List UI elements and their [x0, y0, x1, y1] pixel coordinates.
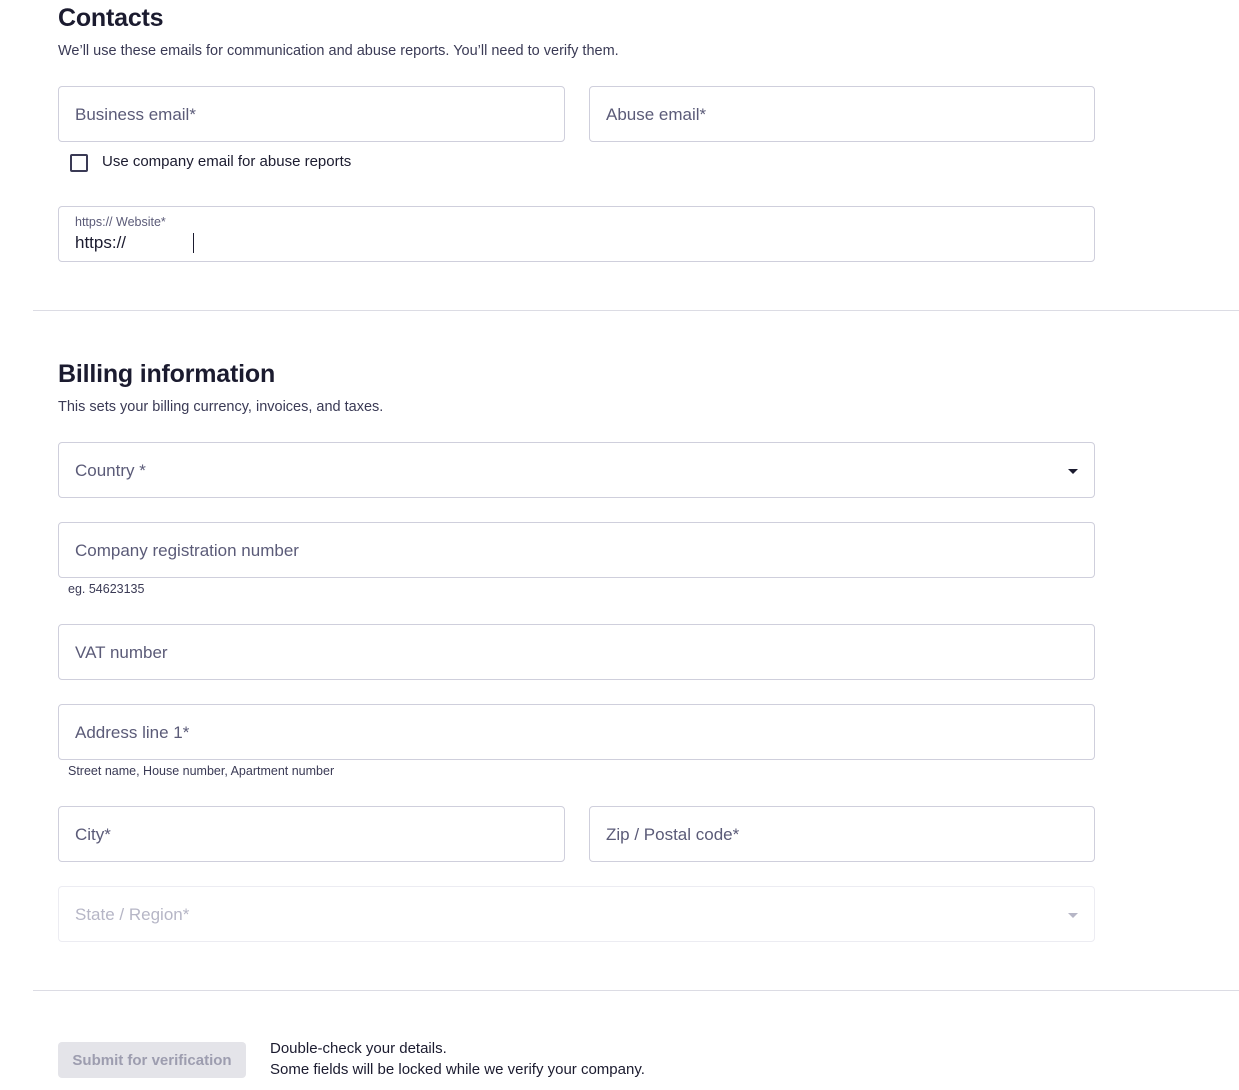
- text-cursor: [193, 233, 194, 253]
- business-email-placeholder: Business email*: [75, 105, 196, 124]
- city-field[interactable]: City*: [58, 806, 565, 862]
- chevron-down-icon: [1068, 469, 1078, 474]
- section-divider: [33, 990, 1239, 991]
- use-company-email-label[interactable]: Use company email for abuse reports: [102, 153, 351, 171]
- city-placeholder: City*: [75, 825, 111, 844]
- website-field[interactable]: https:// Website* https://: [58, 206, 1095, 262]
- section-divider: [33, 310, 1239, 311]
- submit-note-line-1: Double-check your details.: [270, 1040, 447, 1057]
- billing-title: Billing information: [58, 360, 276, 388]
- vat-field[interactable]: VAT number: [58, 624, 1095, 680]
- contacts-description: We’ll use these emails for communication…: [58, 43, 619, 59]
- contacts-title: Contacts: [58, 4, 164, 32]
- use-company-email-checkbox[interactable]: [70, 154, 88, 172]
- company-registration-field[interactable]: Company registration number: [58, 522, 1095, 578]
- zip-placeholder: Zip / Postal code*: [606, 825, 740, 844]
- address-line-1-placeholder: Address line 1*: [75, 723, 190, 742]
- website-value: https://: [75, 233, 127, 252]
- zip-field[interactable]: Zip / Postal code*: [589, 806, 1095, 862]
- state-select: State / Region*: [58, 886, 1095, 942]
- website-label: https:// Website*: [75, 215, 166, 229]
- chevron-down-icon: [1068, 913, 1078, 918]
- submit-for-verification-button[interactable]: Submit for verification: [58, 1042, 246, 1078]
- billing-description: This sets your billing currency, invoice…: [58, 399, 384, 415]
- company-registration-placeholder: Company registration number: [75, 541, 299, 560]
- country-select[interactable]: Country *: [58, 442, 1095, 498]
- submit-note-line-2: Some fields will be locked while we veri…: [270, 1061, 645, 1078]
- business-email-field[interactable]: Business email*: [58, 86, 565, 142]
- abuse-email-placeholder: Abuse email*: [606, 105, 707, 124]
- address-line-1-helper: Street name, House number, Apartment num…: [68, 764, 335, 778]
- abuse-email-field[interactable]: Abuse email*: [589, 86, 1095, 142]
- vat-placeholder: VAT number: [75, 643, 168, 662]
- state-placeholder: State / Region*: [75, 905, 190, 924]
- company-registration-helper: eg. 54623135: [68, 582, 145, 596]
- country-placeholder: Country *: [75, 461, 146, 480]
- address-line-1-field[interactable]: Address line 1*: [58, 704, 1095, 760]
